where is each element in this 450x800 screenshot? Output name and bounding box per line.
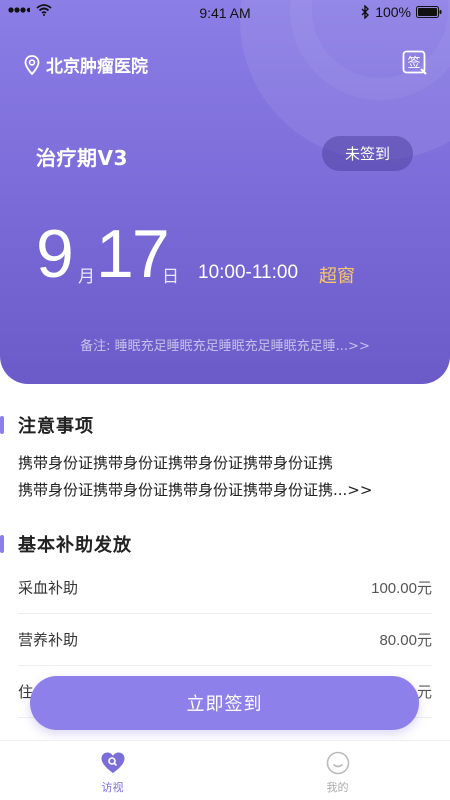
status-right: 100%: [361, 4, 442, 20]
tab-mine-label: 我的: [326, 780, 349, 794]
day-unit: 日: [162, 267, 179, 287]
battery-icon: [416, 6, 442, 18]
subsidy-title: 基本补助发放: [18, 535, 132, 556]
sign-record-button[interactable]: 签: [402, 50, 428, 76]
section-accent-bar: [0, 416, 4, 434]
smile-face-icon: [326, 751, 349, 774]
subsidy-row: 营养补助 80.00元: [18, 614, 432, 666]
month-unit: 月: [78, 267, 95, 287]
location-pin-icon: [24, 54, 40, 75]
heart-search-icon: [101, 752, 124, 773]
battery-percent: 100%: [375, 4, 411, 20]
subsidy-label: 采血补助: [18, 579, 79, 597]
visit-day: 17: [96, 216, 170, 292]
subsidy-row: 采血补助 100.00元: [18, 562, 432, 614]
subsidy-label: 营养补助: [18, 631, 79, 649]
visit-month: 9: [36, 216, 74, 292]
notice-line: 携带身份证携带身份证携带身份证携带身份证携...>>: [18, 481, 373, 499]
section-accent-bar: [0, 535, 4, 553]
sign-status-badge: 未签到: [322, 136, 413, 171]
notice-line: 携带身份证携带身份证携带身份证携带身份证携: [18, 454, 334, 472]
visit-phase: 治疗期V3: [36, 146, 128, 170]
bluetooth-icon: [361, 5, 370, 19]
visit-hero-card: 9:41 AM 100% 北京肿瘤医院 签 治疗期V3 未签到 9 月 17 日…: [0, 0, 450, 384]
subsidy-amount: 80.00元: [379, 632, 432, 649]
bottom-tab-bar: 访视 我的: [0, 740, 450, 800]
subsidy-section-title: 基本补助发放: [0, 531, 132, 557]
status-bar: 9:41 AM 100%: [0, 0, 450, 26]
sign-icon: 签: [402, 50, 427, 75]
tab-visit-label: 访视: [101, 780, 124, 794]
notice-title: 注意事项: [18, 416, 94, 437]
sign-in-now-button[interactable]: 立即签到: [30, 676, 419, 730]
subsidy-amount: 元: [416, 684, 432, 701]
hospital-location[interactable]: 北京肿瘤医院: [24, 52, 148, 77]
hospital-name: 北京肿瘤医院: [46, 57, 148, 77]
visit-time-range: 10:00-11:00: [198, 262, 299, 283]
sign-icon-glyph: 签: [407, 55, 420, 71]
tab-visit[interactable]: 访视: [0, 741, 225, 800]
visit-remark[interactable]: 备注: 睡眠充足睡眠充足睡眠充足睡眠充足睡...>>: [0, 335, 450, 354]
window-status-tag: 超窗: [319, 266, 355, 287]
notice-section-title: 注意事项: [0, 412, 94, 438]
tab-mine[interactable]: 我的: [225, 741, 450, 800]
notice-content[interactable]: 携带身份证携带身份证携带身份证携带身份证携 携带身份证携带身份证携带身份证携带身…: [18, 450, 438, 504]
subsidy-amount: 100.00元: [371, 580, 432, 597]
